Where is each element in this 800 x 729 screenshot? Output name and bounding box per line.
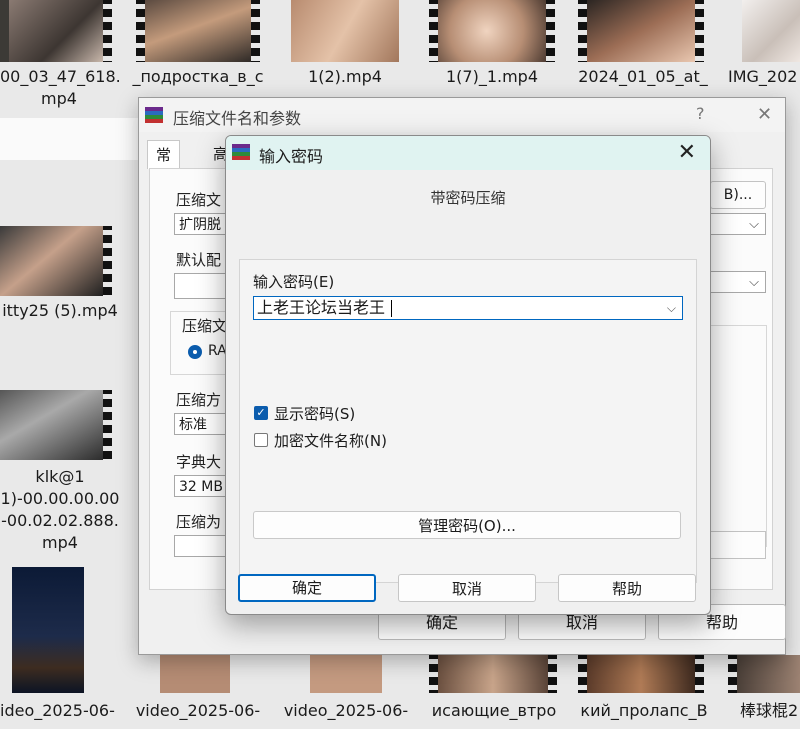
- enter-password-dialog: 输入密码 ✕ 带密码压缩 输入密码(E) 上老王论坛当老王 ⌵ ✓ 显示密码(S…: [225, 135, 711, 615]
- video-thumbnail[interactable]: [0, 226, 112, 296]
- winrar-icon: [232, 144, 250, 160]
- password-help-button[interactable]: 帮助: [558, 574, 696, 602]
- encrypt-file-names-label[interactable]: 加密文件名称(N): [274, 430, 387, 451]
- video-thumbnail[interactable]: [310, 655, 382, 693]
- set-password-button[interactable]: [710, 531, 766, 559]
- chevron-down-icon: ⌵: [749, 217, 759, 232]
- file-name[interactable]: кий_пролапс_В: [576, 700, 712, 722]
- file-name[interactable]: 2024_01_05_at_: [578, 66, 708, 88]
- password-dialog-title: 输入密码: [259, 147, 324, 166]
- video-thumbnail[interactable]: [578, 655, 704, 693]
- video-thumbnail[interactable]: [12, 567, 84, 693]
- archive-options-group: [710, 325, 767, 547]
- show-password-label[interactable]: 显示密码(S): [274, 403, 355, 424]
- file-name[interactable]: itty25 (5).mp4: [0, 300, 120, 322]
- video-thumbnail[interactable]: [0, 390, 112, 460]
- file-name[interactable]: klk@1 1)-00.00.00.00 -00.02.02.888. mp4: [0, 466, 120, 554]
- archive-name-dropdown[interactable]: ⌵: [710, 213, 766, 235]
- file-name[interactable]: 1(7)_1.mp4: [428, 66, 556, 88]
- file-name[interactable]: 1(2).mp4: [283, 66, 407, 88]
- archive-format-label: 压缩文: [182, 317, 228, 335]
- close-icon[interactable]: ✕: [757, 104, 772, 125]
- password-cancel-button[interactable]: 取消: [398, 574, 536, 602]
- update-mode-dropdown[interactable]: ⌵: [710, 271, 766, 293]
- default-profile-label: 默认配: [176, 251, 222, 269]
- manage-passwords-button[interactable]: 管理密码(O)...: [253, 511, 681, 539]
- rar-format-radio[interactable]: [188, 345, 202, 359]
- encrypt-file-names-checkbox[interactable]: [254, 433, 268, 447]
- video-thumbnail[interactable]: [291, 0, 399, 62]
- chevron-down-icon: ⌵: [749, 275, 759, 290]
- split-volumes-label: 压缩为: [176, 513, 222, 531]
- video-thumbnail[interactable]: [0, 0, 112, 62]
- browse-button[interactable]: B)...: [710, 181, 766, 209]
- video-thumbnail[interactable]: [136, 0, 260, 62]
- rar-format-label: RA: [208, 343, 227, 359]
- help-icon[interactable]: ?: [696, 104, 705, 123]
- close-icon[interactable]: ✕: [678, 140, 696, 165]
- file-name[interactable]: _подростка_в_с: [132, 66, 264, 88]
- video-thumbnail[interactable]: [429, 0, 555, 62]
- file-name[interactable]: video_2025-06-: [132, 700, 264, 722]
- show-password-checkbox[interactable]: ✓: [254, 406, 268, 420]
- dictionary-size-label: 字典大: [176, 453, 222, 471]
- password-dialog-heading: 带密码压缩: [430, 189, 506, 207]
- file-name[interactable]: 棒球棍2: [740, 700, 800, 722]
- chevron-down-icon[interactable]: ⌵: [667, 297, 676, 319]
- file-name[interactable]: 00_03_47_618. mp4: [0, 66, 121, 110]
- password-label: 输入密码(E): [253, 273, 335, 291]
- file-name[interactable]: исающие_втро: [428, 700, 560, 722]
- explorer-white-strip: [0, 118, 138, 160]
- file-name[interactable]: IMG_202: [728, 66, 800, 88]
- password-dialog-titlebar[interactable]: 输入密码 ✕: [226, 136, 710, 170]
- tab-general[interactable]: 常规: [147, 140, 181, 192]
- compression-method-label: 压缩方: [176, 391, 222, 409]
- archive-name-label: 压缩文: [176, 191, 222, 209]
- password-input[interactable]: 上老王论坛当老王 ⌵: [253, 296, 683, 320]
- archive-dialog-title: 压缩文件名和参数: [173, 109, 302, 128]
- archive-dialog-titlebar[interactable]: 压缩文件名和参数 ? ✕: [139, 98, 785, 132]
- video-thumbnail[interactable]: [728, 655, 800, 693]
- file-name[interactable]: video_2025-06-: [282, 700, 410, 722]
- text-caret: [391, 300, 392, 317]
- video-thumbnail[interactable]: [160, 655, 230, 693]
- password-ok-button[interactable]: 确定: [238, 574, 376, 602]
- winrar-icon: [145, 107, 163, 123]
- image-thumbnail[interactable]: [742, 0, 800, 62]
- password-value: 上老王论坛当老王: [257, 298, 386, 317]
- file-name[interactable]: ideo_2025-06-: [0, 700, 115, 722]
- video-thumbnail[interactable]: [578, 0, 704, 62]
- video-thumbnail[interactable]: [429, 655, 557, 693]
